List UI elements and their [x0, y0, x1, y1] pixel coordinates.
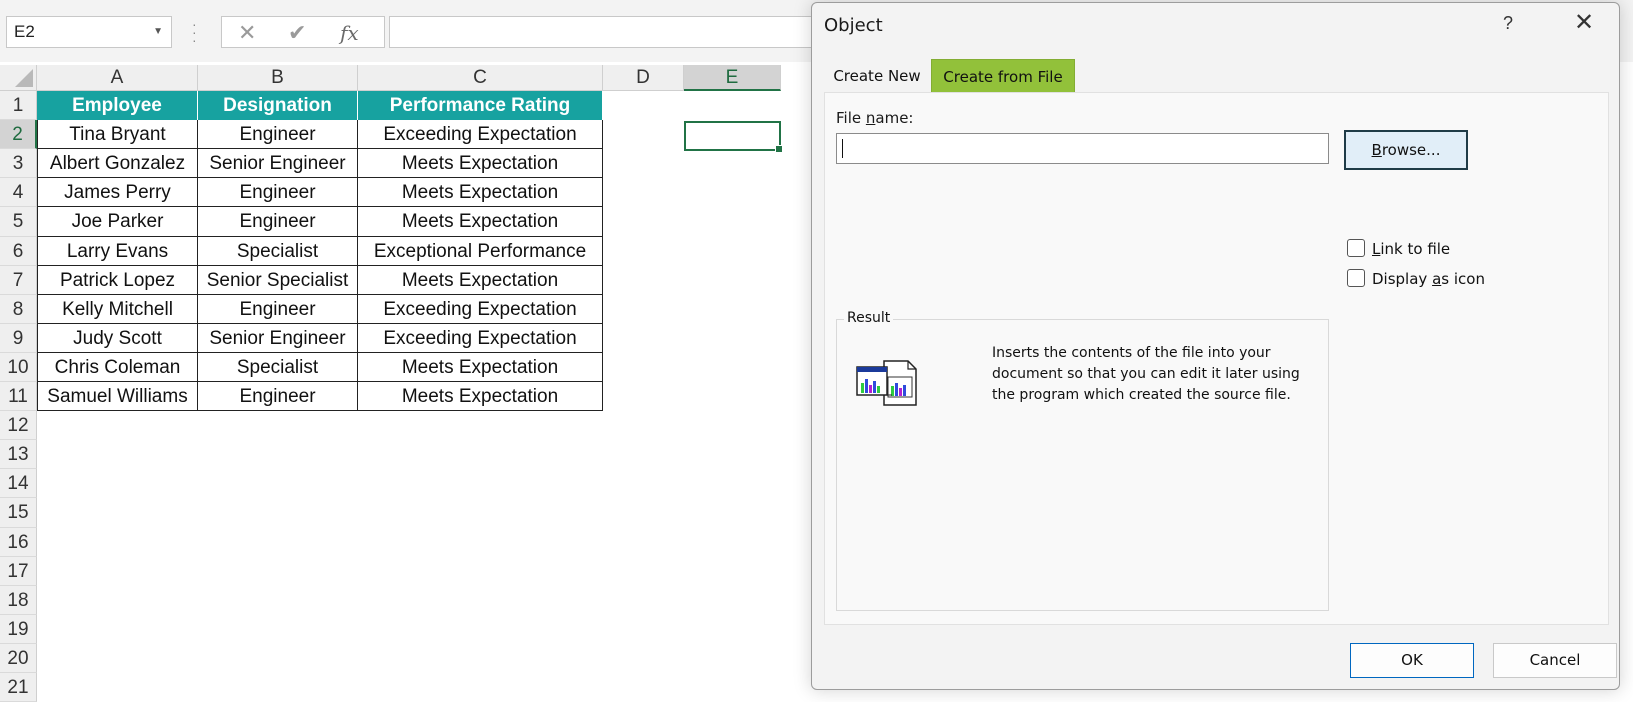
row-header-12[interactable]: 12 — [0, 411, 37, 440]
table-cell[interactable]: Larry Evans — [37, 237, 198, 266]
row-header-15[interactable]: 15 — [0, 498, 37, 528]
column-header-a[interactable]: A — [37, 65, 198, 91]
embedded-object-icon — [856, 359, 918, 414]
insert-function-icon[interactable]: fx — [340, 21, 359, 45]
table-header-cell[interactable]: Designation — [198, 91, 358, 120]
formula-buttons: ✕ ✔ fx — [221, 16, 385, 48]
table-cell[interactable]: Engineer — [198, 382, 358, 411]
table-cell[interactable]: Judy Scott — [37, 324, 198, 353]
table-cell[interactable]: Exceeding Expectation — [358, 324, 603, 353]
table-cell[interactable]: Meets Expectation — [358, 266, 603, 295]
row-header-5[interactable]: 5 — [0, 207, 37, 237]
enter-icon[interactable]: ✔ — [288, 20, 306, 46]
row-header-19[interactable]: 19 — [0, 615, 37, 644]
row-header-20[interactable]: 20 — [0, 644, 37, 673]
table-cell[interactable]: James Perry — [37, 178, 198, 207]
row-header-13[interactable]: 13 — [0, 440, 37, 469]
active-cell-e2[interactable] — [684, 121, 783, 153]
file-name-label: File name: — [836, 109, 914, 127]
table-cell[interactable]: Samuel Williams — [37, 382, 198, 411]
dialog-title: Object — [824, 15, 883, 36]
result-description: Inserts the contents of the file into yo… — [992, 345, 1300, 403]
table-cell[interactable]: Engineer — [198, 295, 358, 324]
cancel-button[interactable]: Cancel — [1493, 643, 1617, 678]
result-label: Result — [844, 310, 894, 326]
row-header-17[interactable]: 17 — [0, 557, 37, 586]
row-header-14[interactable]: 14 — [0, 469, 37, 498]
more-options-icon[interactable]: · · · — [192, 17, 198, 47]
table-header-cell[interactable]: Performance Rating — [358, 91, 603, 120]
text-caret — [842, 139, 843, 158]
browse-button[interactable]: Browse... — [1344, 130, 1468, 170]
row-header-16[interactable]: 16 — [0, 528, 37, 557]
row-header-11[interactable]: 11 — [0, 382, 37, 411]
table-cell[interactable]: Meets Expectation — [358, 382, 603, 411]
name-box[interactable]: E2 ▼ — [6, 16, 172, 48]
table-cell[interactable]: Albert Gonzalez — [37, 149, 198, 178]
row-header-6[interactable]: 6 — [0, 237, 37, 266]
column-header-d[interactable]: D — [603, 65, 684, 91]
table-cell[interactable]: Meets Expectation — [358, 149, 603, 178]
ok-button[interactable]: OK — [1350, 643, 1474, 678]
table-cell[interactable]: Engineer — [198, 178, 358, 207]
row-header-10[interactable]: 10 — [0, 353, 37, 382]
table-cell[interactable]: Specialist — [198, 353, 358, 382]
close-icon[interactable]: ✕ — [1574, 11, 1594, 35]
name-box-value: E2 — [14, 22, 35, 41]
tab-create-new[interactable]: Create New — [824, 59, 930, 93]
tab-create-from-file[interactable]: Create from File — [931, 59, 1075, 93]
table-cell[interactable]: Exceeding Expectation — [358, 120, 603, 149]
row-header-21[interactable]: 21 — [0, 673, 37, 702]
column-header-e[interactable]: E — [684, 65, 781, 91]
column-header-c[interactable]: C — [358, 65, 603, 91]
table-cell[interactable]: Engineer — [198, 207, 358, 237]
row-header-8[interactable]: 8 — [0, 295, 37, 324]
table-cell[interactable]: Specialist — [198, 237, 358, 266]
table-cell[interactable]: Chris Coleman — [37, 353, 198, 382]
row-header-1[interactable]: 1 — [0, 91, 37, 120]
table-cell[interactable]: Patrick Lopez — [37, 266, 198, 295]
display-as-icon-label[interactable]: Display as icon — [1372, 270, 1485, 288]
column-header-b[interactable]: B — [198, 65, 358, 91]
table-cell[interactable]: Exceeding Expectation — [358, 295, 603, 324]
row-header-9[interactable]: 9 — [0, 324, 37, 353]
table-cell[interactable]: Meets Expectation — [358, 207, 603, 237]
link-to-file-checkbox[interactable] — [1347, 239, 1365, 257]
select-all-corner[interactable] — [0, 65, 37, 91]
display-as-icon-checkbox[interactable] — [1347, 269, 1365, 287]
object-dialog: Object ? ✕ Create New Create from File F… — [811, 2, 1620, 690]
cancel-icon[interactable]: ✕ — [238, 20, 256, 46]
row-header-4[interactable]: 4 — [0, 178, 37, 207]
table-cell[interactable]: Joe Parker — [37, 207, 198, 237]
chevron-down-icon[interactable]: ▼ — [153, 17, 163, 47]
row-header-18[interactable]: 18 — [0, 586, 37, 615]
file-name-input[interactable] — [836, 133, 1329, 164]
table-cell[interactable]: Engineer — [198, 120, 358, 149]
link-to-file-label[interactable]: Link to file — [1372, 240, 1450, 258]
fill-handle[interactable] — [775, 145, 783, 153]
table-cell[interactable]: Meets Expectation — [358, 178, 603, 207]
help-icon[interactable]: ? — [1503, 13, 1513, 34]
row-header-2[interactable]: 2 — [0, 120, 37, 149]
table-header-cell[interactable]: Employee — [37, 91, 198, 120]
table-cell[interactable]: Exceptional Performance — [358, 237, 603, 266]
table-cell[interactable]: Senior Engineer — [198, 324, 358, 353]
table-cell[interactable]: Senior Engineer — [198, 149, 358, 178]
row-header-7[interactable]: 7 — [0, 266, 37, 295]
table-cell[interactable]: Senior Specialist — [198, 266, 358, 295]
table-cell[interactable]: Tina Bryant — [37, 120, 198, 149]
table-cell[interactable]: Kelly Mitchell — [37, 295, 198, 324]
row-header-3[interactable]: 3 — [0, 149, 37, 178]
table-cell[interactable]: Meets Expectation — [358, 353, 603, 382]
